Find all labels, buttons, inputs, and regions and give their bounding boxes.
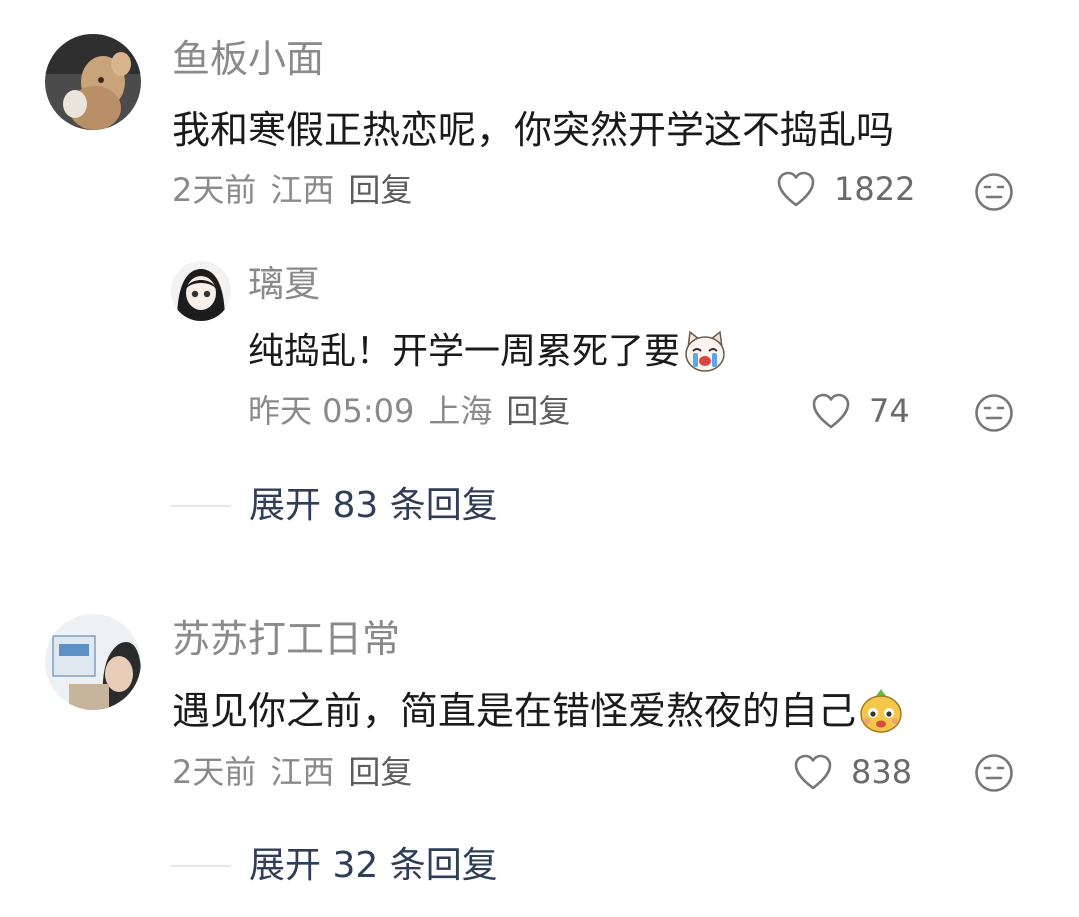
location: 江西 <box>270 171 335 209</box>
heart-icon <box>812 393 850 429</box>
reply-like-button[interactable]: 74 <box>811 392 910 430</box>
reply-text-content: 纯捣乱！开学一周累死了要 <box>248 331 681 372</box>
neutral-face-icon[interactable] <box>974 753 1014 793</box>
heart-icon <box>777 171 815 207</box>
timestamp: 2天前 <box>172 171 257 209</box>
divider <box>171 865 231 867</box>
comment-text: 遇见你之前，简直是在错怪爱熬夜的自己 <box>172 688 904 734</box>
timestamp: 2天前 <box>172 753 257 791</box>
crying-dog-sticker-icon <box>685 330 725 372</box>
reply-text: 纯捣乱！开学一周累死了要 <box>248 330 728 374</box>
like-count: 838 <box>851 753 913 791</box>
reply-meta: 昨天 05:09 上海 回复 <box>248 395 570 427</box>
username[interactable]: 苏苏打工日常 <box>172 620 400 658</box>
comment-text-content: 我和寒假正热恋呢，你突然开学这不捣乱吗 <box>172 108 895 152</box>
user-avatar[interactable] <box>45 34 141 130</box>
reply-timestamp: 昨天 05:09 <box>248 392 415 430</box>
expand-replies-label: 展开 83 条回复 <box>249 485 498 526</box>
comment-text: 我和寒假正热恋呢，你突然开学这不捣乱吗 <box>172 111 894 149</box>
reply-button[interactable]: 回复 <box>348 756 412 788</box>
like-count: 1822 <box>834 170 916 208</box>
reply-button[interactable]: 回复 <box>348 174 412 206</box>
location: 江西 <box>270 753 335 791</box>
divider <box>171 505 231 507</box>
expand-replies-button[interactable]: 展开 83 条回复 <box>171 488 498 524</box>
username[interactable]: 鱼板小面 <box>172 40 324 78</box>
reply-reply-button[interactable]: 回复 <box>506 395 570 427</box>
like-button[interactable]: 1822 <box>776 170 915 208</box>
like-button[interactable]: 838 <box>793 753 912 791</box>
expand-replies-label: 展开 32 条回复 <box>249 845 498 886</box>
reply-user-avatar[interactable] <box>171 261 231 321</box>
neutral-face-icon[interactable] <box>974 172 1014 212</box>
reply-username[interactable]: 璃夏 <box>248 267 320 303</box>
expand-replies-button[interactable]: 展开 32 条回复 <box>171 848 498 884</box>
yellow-face-sticker-icon <box>860 689 902 733</box>
heart-icon <box>794 754 832 790</box>
comment-text-content: 遇见你之前，简直是在错怪爱熬夜的自己 <box>172 689 857 733</box>
user-avatar[interactable] <box>45 614 141 710</box>
neutral-face-icon[interactable] <box>974 393 1014 433</box>
reply-location: 上海 <box>428 392 493 430</box>
reply-like-count: 74 <box>869 392 910 430</box>
comment-meta: 2天前 江西 回复 <box>172 174 412 206</box>
comment-meta: 2天前 江西 回复 <box>172 756 412 788</box>
